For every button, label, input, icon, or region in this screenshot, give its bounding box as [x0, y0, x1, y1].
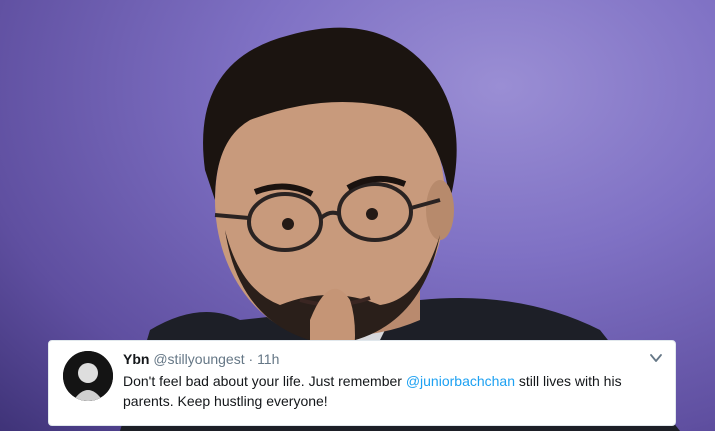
separator-dot: · — [248, 351, 254, 367]
tweet-text-part1: Don't feel bad about your life. Just rem… — [123, 373, 406, 389]
avatar-image — [63, 351, 113, 401]
tweet-card[interactable]: Ybn @stillyoungest · 11h Don't feel bad … — [48, 340, 676, 426]
display-name[interactable]: Ybn — [123, 351, 149, 367]
screenshot-stage: Ybn @stillyoungest · 11h Don't feel bad … — [0, 0, 715, 431]
mention-link[interactable]: @juniorbachchan — [406, 373, 515, 389]
tweet-header: Ybn @stillyoungest · 11h — [123, 350, 279, 368]
user-avatar[interactable] — [63, 351, 113, 401]
chevron-down-icon[interactable] — [649, 351, 663, 365]
ear-shape — [426, 180, 454, 240]
tweet-time[interactable]: 11h — [257, 351, 279, 367]
user-handle[interactable]: @stillyoungest — [153, 351, 244, 367]
tweet-text: Don't feel bad about your life. Just rem… — [123, 371, 643, 411]
